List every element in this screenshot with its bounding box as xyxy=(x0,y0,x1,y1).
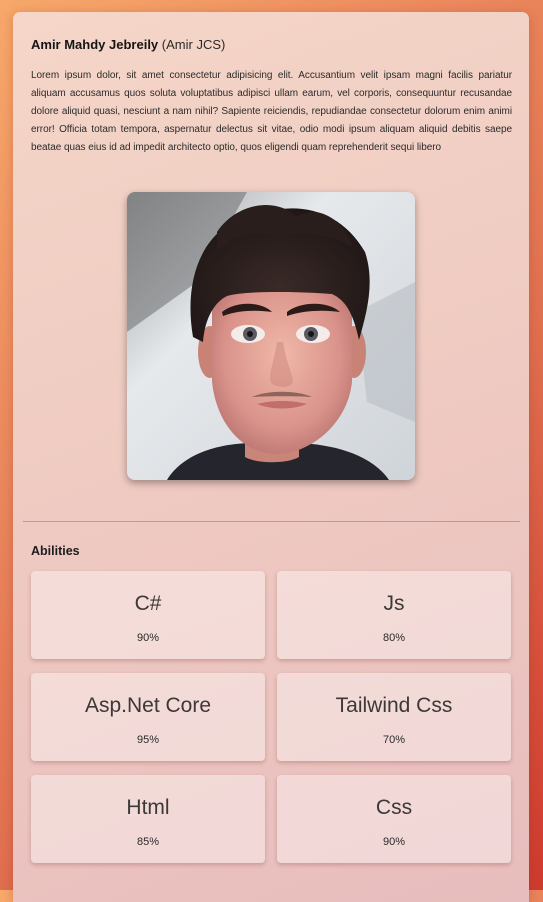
profile-avatar xyxy=(127,192,415,480)
ability-level: 80% xyxy=(382,632,406,644)
ability-level: 70% xyxy=(382,734,406,746)
ability-card-csharp: C# 90% xyxy=(31,571,265,659)
ability-name: Asp.Net Core xyxy=(84,694,212,717)
profile-name-heading: Amir Mahdy Jebreily (Amir JCS) xyxy=(31,37,225,52)
ability-level: 85% xyxy=(136,836,160,848)
profile-name: Amir Mahdy Jebreily xyxy=(31,37,159,52)
profile-card: Amir Mahdy Jebreily (Amir JCS) Lorem ips… xyxy=(13,12,529,902)
ability-level: 90% xyxy=(382,836,406,848)
ability-card-js: Js 80% xyxy=(277,571,511,659)
abilities-heading: Abilities xyxy=(31,544,80,558)
ability-card-aspnet-core: Asp.Net Core 95% xyxy=(31,673,265,761)
ability-level: 95% xyxy=(136,734,160,746)
ability-card-html: Html 85% xyxy=(31,775,265,863)
ability-name: Html xyxy=(126,796,170,819)
section-divider xyxy=(23,521,520,522)
ability-card-css: Css 90% xyxy=(277,775,511,863)
ability-name: C# xyxy=(134,592,162,615)
profile-photo-icon xyxy=(127,192,415,480)
ability-name: Js xyxy=(383,592,405,615)
ability-name: Css xyxy=(375,796,413,819)
profile-bio: Lorem ipsum dolor, sit amet consectetur … xyxy=(31,70,512,153)
profile-alias: (Amir JCS) xyxy=(161,37,226,52)
ability-name: Tailwind Css xyxy=(335,694,453,717)
ability-level: 90% xyxy=(136,632,160,644)
ability-card-tailwind-css: Tailwind Css 70% xyxy=(277,673,511,761)
